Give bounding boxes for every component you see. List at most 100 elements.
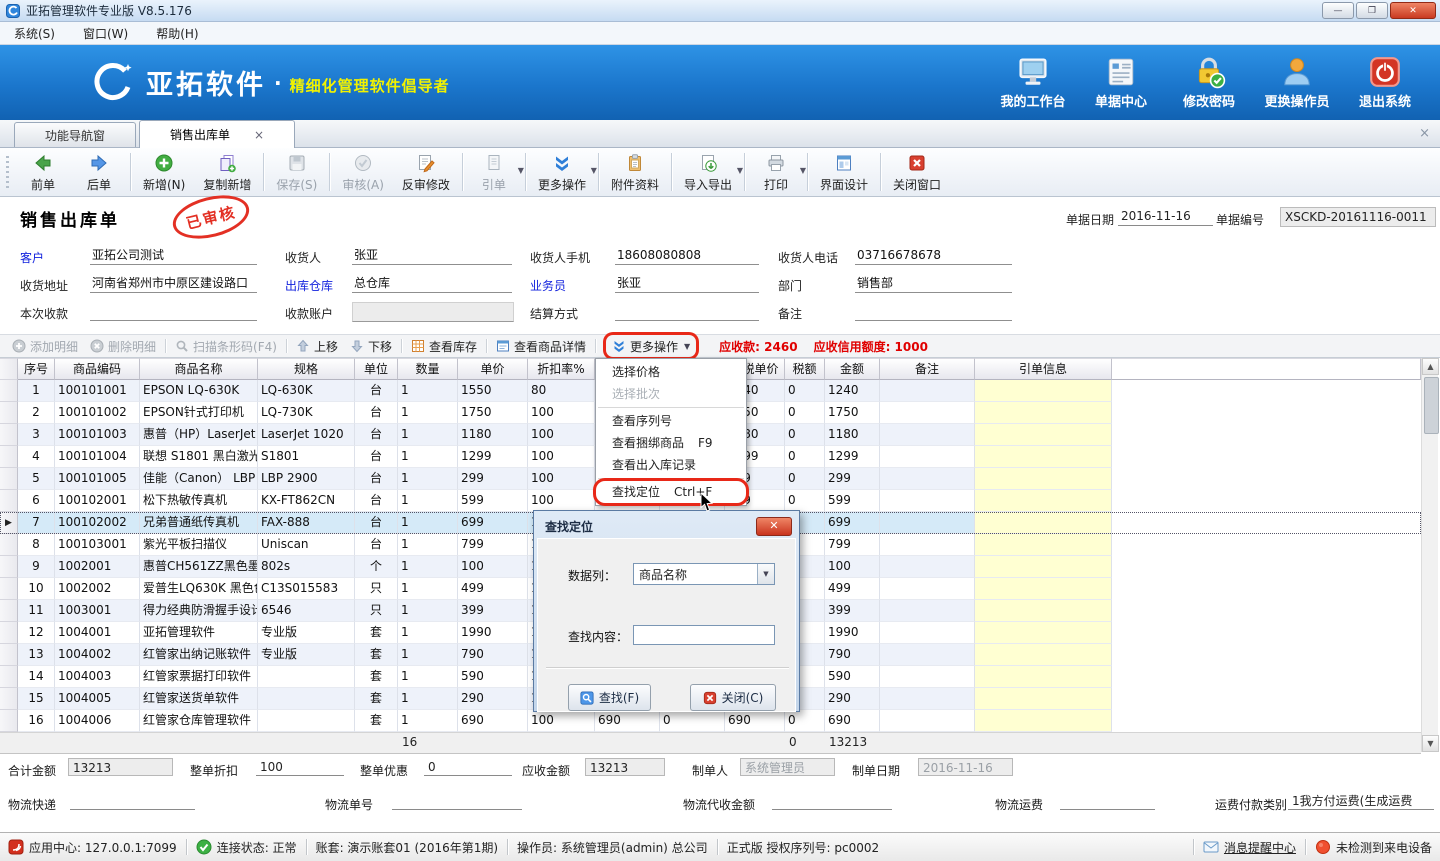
cell[interactable]: 1750 [825, 402, 880, 424]
cell[interactable]: 499 [825, 578, 880, 600]
cell[interactable]: 790 [458, 644, 528, 666]
cell[interactable] [975, 578, 1112, 600]
cell[interactable]: 0 [785, 446, 825, 468]
cell[interactable]: 1 [398, 688, 458, 710]
cell[interactable]: S1801 [258, 446, 355, 468]
cell[interactable]: 7 [18, 512, 55, 534]
cell[interactable]: 1 [398, 468, 458, 490]
cell[interactable]: 惠普CH561ZZ黑色墨盒 [140, 556, 258, 578]
cell[interactable] [880, 578, 975, 600]
cell[interactable]: 100 [458, 556, 528, 578]
cell[interactable]: 1 [398, 490, 458, 512]
cell[interactable] [880, 622, 975, 644]
cell[interactable]: 1180 [825, 424, 880, 446]
cell[interactable]: 套 [355, 666, 398, 688]
cell[interactable]: 红管家票据打印软件 [140, 666, 258, 688]
cell[interactable]: 699 [825, 512, 880, 534]
cell[interactable]: 5 [18, 468, 55, 490]
minimize-button[interactable]: — [1322, 2, 1354, 19]
cell[interactable]: 2 [18, 402, 55, 424]
cell[interactable]: 1 [398, 534, 458, 556]
cell[interactable]: 0 [785, 424, 825, 446]
cell[interactable] [880, 490, 975, 512]
cell[interactable]: 红管家出纳记账软件 [140, 644, 258, 666]
field-consignee[interactable]: 张亚 [352, 246, 512, 265]
cell[interactable]: 1 [398, 578, 458, 600]
detail-move-down[interactable]: 下移 [344, 335, 398, 357]
detail-more-operations[interactable]: 更多操作▼ [606, 335, 696, 357]
cell[interactable]: 0 [785, 710, 825, 732]
cell[interactable]: 1 [398, 644, 458, 666]
cell[interactable] [880, 556, 975, 578]
dialog-close-icon[interactable]: ✕ [756, 517, 792, 536]
tabstrip-close-icon[interactable]: × [1419, 126, 1430, 141]
cell[interactable]: 14 [18, 666, 55, 688]
search-content-input[interactable] [633, 625, 775, 645]
column-header-1[interactable]: 商品编码 [55, 358, 140, 380]
footer-value-logistics-no[interactable] [392, 792, 522, 810]
cell[interactable]: 3 [18, 424, 55, 446]
cell[interactable]: 联想 S1801 黑白激光打印 [140, 446, 258, 468]
column-header-7[interactable]: 折扣率% [528, 358, 595, 380]
toolbar-more-actions[interactable]: 更多操作▼ [529, 148, 595, 196]
scroll-down-icon[interactable]: ▼ [1422, 735, 1439, 752]
menu-item-find-locate[interactable]: 查找定位Ctrl+F [596, 481, 746, 503]
cell[interactable]: 100102002 [55, 512, 140, 534]
cell[interactable]: 台 [355, 424, 398, 446]
cell[interactable]: 100 [528, 490, 595, 512]
cell[interactable]: 1004006 [55, 710, 140, 732]
cell[interactable] [880, 468, 975, 490]
cell[interactable]: 100 [528, 446, 595, 468]
cell[interactable]: 台 [355, 468, 398, 490]
footer-value-freight-type[interactable]: 1我方付运费(生成运费 [1288, 792, 1434, 810]
cell[interactable]: 802s [258, 556, 355, 578]
cell[interactable]: 台 [355, 446, 398, 468]
cell[interactable] [975, 512, 1112, 534]
cell[interactable]: 1004001 [55, 622, 140, 644]
field-department[interactable]: 销售部 [855, 274, 1012, 293]
dropdown-arrow-icon[interactable]: ▼ [591, 166, 597, 175]
cell[interactable] [975, 534, 1112, 556]
cell[interactable]: 599 [458, 490, 528, 512]
cell[interactable]: 1 [398, 666, 458, 688]
cell[interactable]: 100101002 [55, 402, 140, 424]
cell[interactable]: 0 [785, 468, 825, 490]
field-settlement[interactable] [615, 302, 759, 321]
detail-view-stock[interactable]: 查看库存 [405, 335, 483, 357]
cell[interactable]: LaserJet 1020 [258, 424, 355, 446]
cell[interactable]: 1299 [825, 446, 880, 468]
cell[interactable]: 690 [725, 710, 785, 732]
cell[interactable]: 1003001 [55, 600, 140, 622]
cell[interactable] [975, 600, 1112, 622]
cell[interactable]: C13S015583 [258, 578, 355, 600]
cell[interactable]: 只 [355, 578, 398, 600]
cell[interactable]: 11 [18, 600, 55, 622]
cell[interactable]: 1 [398, 710, 458, 732]
dropdown-arrow-icon[interactable]: ▼ [800, 166, 806, 175]
cell[interactable]: 个 [355, 556, 398, 578]
close-button[interactable]: ✕ [1390, 2, 1436, 19]
cell[interactable]: 299 [825, 468, 880, 490]
cell[interactable] [880, 600, 975, 622]
detail-move-up[interactable]: 上移 [290, 335, 344, 357]
tab-close-icon[interactable]: × [254, 128, 264, 142]
cell[interactable]: 台 [355, 512, 398, 534]
cell[interactable]: 套 [355, 710, 398, 732]
menu-item-2[interactable]: 帮助(H) [156, 25, 198, 42]
quick-action-switch-operator[interactable]: 更换操作员 [1256, 55, 1338, 110]
cell[interactable]: 1299 [458, 446, 528, 468]
cell[interactable]: 1 [398, 622, 458, 644]
quick-action-workbench[interactable]: 我的工作台 [992, 55, 1074, 110]
dropdown-arrow-icon[interactable]: ▼ [684, 342, 690, 351]
cell[interactable] [880, 666, 975, 688]
cell[interactable]: 12 [18, 622, 55, 644]
cell[interactable] [975, 490, 1112, 512]
toolbar-copy-new[interactable]: 复制新增 [194, 148, 260, 196]
cell[interactable]: 13 [18, 644, 55, 666]
cell[interactable]: 0 [785, 402, 825, 424]
cell[interactable]: 1004002 [55, 644, 140, 666]
menu-item-1[interactable]: 窗口(W) [83, 25, 128, 42]
cell[interactable]: 1990 [825, 622, 880, 644]
cell[interactable]: 100103001 [55, 534, 140, 556]
footer-value-order-rebate[interactable]: 0 [424, 758, 512, 776]
